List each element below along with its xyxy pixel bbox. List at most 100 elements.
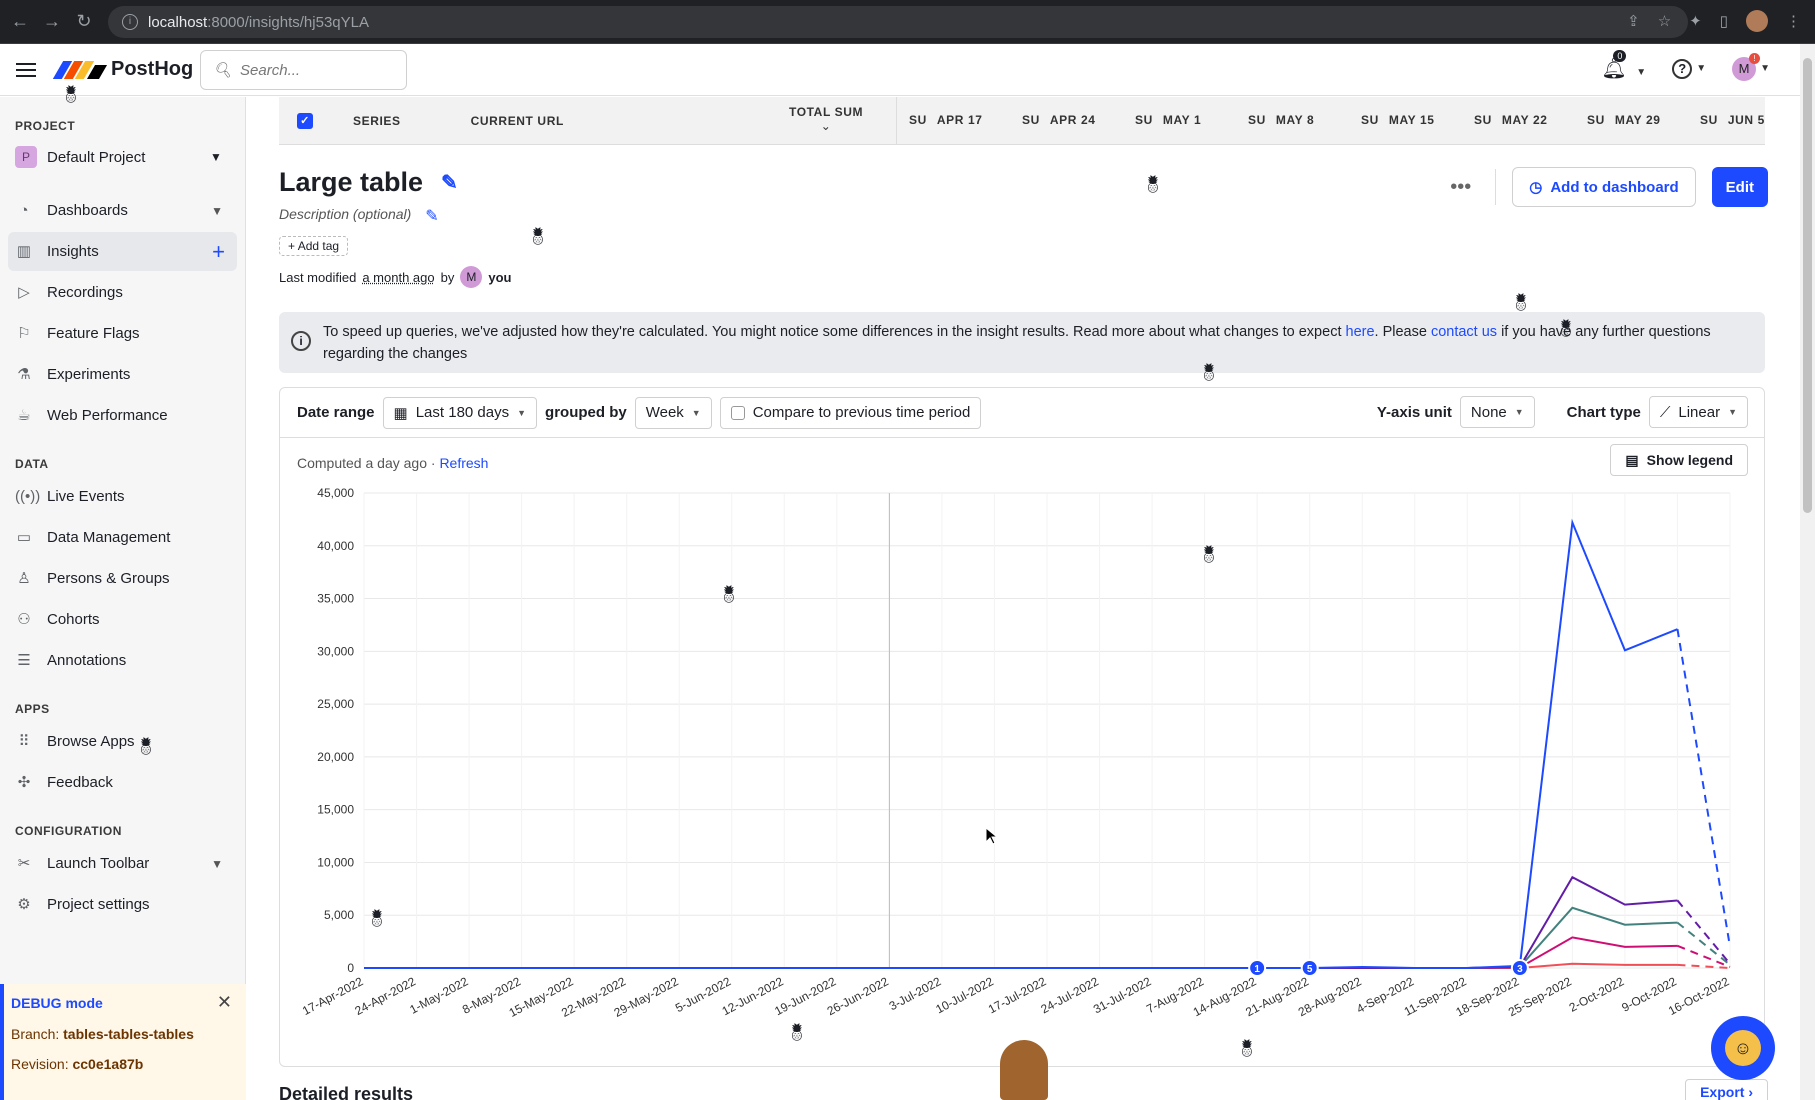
close-icon[interactable]: ✕: [217, 992, 232, 1013]
pineapple-icon: 🍍︎: [1236, 1039, 1258, 1058]
person-icon: ♙: [17, 569, 31, 587]
extensions-icon[interactable]: ✦: [1689, 12, 1702, 30]
puzzle-icon: ✣: [17, 773, 31, 791]
modified-user: you: [488, 269, 512, 285]
sidebar-item-label: Live Events: [47, 488, 125, 505]
forward-icon[interactable]: →: [40, 11, 64, 32]
posthog-logo[interactable]: PostHog: [52, 58, 193, 81]
sidebar-item-launch-toolbar[interactable]: ✂ Launch Toolbar ▼: [8, 844, 237, 883]
project-switcher[interactable]: P Default Project ▼: [8, 139, 237, 175]
chevron-down-icon[interactable]: ▼: [211, 204, 223, 218]
sidebar-item-insights[interactable]: ▥ Insights +: [8, 232, 237, 271]
sidepanel-icon[interactable]: ▯: [1720, 12, 1728, 30]
pineapple-icon: 🍍︎: [1198, 545, 1220, 564]
column-header-week[interactable]: SU APR 24: [1022, 113, 1135, 127]
week-day: SU: [1587, 113, 1605, 127]
star-icon[interactable]: ☆: [1658, 12, 1671, 30]
sidebar-item-feedback[interactable]: ✣ Feedback: [8, 763, 237, 802]
notice-here-link[interactable]: here: [1346, 324, 1375, 340]
insight-header: Large table ✎ Description (optional) ✎ + A…: [279, 167, 511, 288]
bar-chart-icon: ▥: [16, 242, 32, 260]
column-header-current-url[interactable]: CURRENT URL: [471, 114, 564, 128]
more-options-icon[interactable]: •••: [1450, 176, 1471, 199]
week-date: MAY 29: [1614, 113, 1661, 127]
search-icon: 🔍︎: [213, 62, 233, 79]
week-day: SU: [1022, 113, 1040, 127]
column-header-week[interactable]: SU MAY 22: [1474, 113, 1587, 127]
pineapple-icon: 🍍︎: [1510, 293, 1532, 312]
menu-toggle-icon[interactable]: [16, 62, 36, 77]
user-menu[interactable]: M! ▼: [1732, 52, 1770, 81]
page-scrollbar[interactable]: [1800, 44, 1815, 1100]
share-icon[interactable]: ⇪: [1627, 12, 1640, 30]
column-header-week[interactable]: SU MAY 8: [1248, 113, 1361, 127]
avatar: M!: [1732, 52, 1761, 81]
sidebar-item-browse-apps[interactable]: ⠿ Browse Apps: [8, 722, 237, 761]
sidebar-item-label: Web Performance: [47, 407, 168, 424]
address-bar[interactable]: i localhost:8000/insights/hj53qYLA: [108, 6, 1688, 38]
sidebar-item-experiments[interactable]: ⚗ Experiments: [8, 355, 237, 394]
sidebar-section-project: PROJECT: [15, 119, 76, 133]
help-button[interactable]: ? ▼: [1672, 58, 1706, 79]
column-header-week[interactable]: SU MAY 1: [1135, 113, 1248, 127]
select-all-checkbox[interactable]: ✓: [297, 112, 313, 129]
add-tag-label: Add tag: [297, 239, 340, 253]
chevron-down-icon[interactable]: ▼: [211, 857, 223, 871]
x-tick-label: 1-May-2022: [407, 974, 470, 1017]
add-insight-icon[interactable]: +: [212, 240, 225, 262]
sidebar-item-web-performance[interactable]: ☕︎ Web Performance: [8, 396, 237, 435]
browser-profile-avatar[interactable]: [1746, 10, 1768, 32]
edit-title-pencil-icon[interactable]: ✎: [441, 170, 458, 195]
series-line: [364, 906, 1678, 969]
sidebar-item-feature-flags[interactable]: ⚐ Feature Flags: [8, 314, 237, 353]
sidebar-item-cohorts[interactable]: ⚇ Cohorts: [8, 600, 237, 639]
search-input[interactable]: 🔍︎ Search...: [200, 50, 407, 90]
column-header-week[interactable]: SU APR 17: [909, 113, 1022, 127]
add-tag-button[interactable]: + Add tag: [279, 236, 349, 256]
series-line-incomplete: [1676, 629, 1731, 948]
help-hedgehog-button[interactable]: ☺: [1711, 1016, 1775, 1080]
reload-icon[interactable]: ↻: [72, 11, 96, 32]
add-to-dashboard-button[interactable]: ◷ Add to dashboard: [1512, 167, 1696, 207]
gauge-icon: ◷: [1529, 179, 1543, 196]
sidebar-item-project-settings[interactable]: ⚙ Project settings: [8, 885, 237, 924]
y-tick-label: 45,000: [317, 486, 354, 500]
column-header-week[interactable]: SU MAY 15: [1361, 113, 1474, 127]
sidebar-item-live-events[interactable]: ((•)) Live Events: [8, 477, 237, 516]
contact-us-link[interactable]: contact us: [1431, 324, 1497, 340]
column-header-series[interactable]: SERIES: [353, 114, 401, 128]
column-header-week[interactable]: SU MAY 29: [1587, 113, 1700, 127]
sidebar-item-label: Project settings: [47, 896, 150, 913]
sidebar-item-data-management[interactable]: ▭ Data Management: [8, 518, 237, 557]
browser-menu-icon[interactable]: ⋮: [1786, 12, 1801, 30]
export-button[interactable]: Export ›: [1685, 1079, 1768, 1100]
sidebar-item-label: Persons & Groups: [47, 570, 170, 587]
description-placeholder[interactable]: Description (optional): [279, 206, 411, 226]
sidebar-item-recordings[interactable]: ▷ Recordings: [8, 273, 237, 312]
notice-text: . Please: [1374, 324, 1431, 340]
modified-by: by: [440, 269, 455, 285]
site-info-icon[interactable]: i: [122, 14, 138, 30]
x-tick-label: 24-Jul-2022: [1038, 974, 1101, 1016]
dashboard-icon: ◔: [19, 201, 29, 219]
column-divider: [896, 97, 897, 145]
annotation-count: 1: [1254, 964, 1260, 975]
broadcast-icon: ((•)): [15, 487, 41, 505]
series-line-incomplete: [1676, 899, 1731, 965]
sidebar-item-persons-groups[interactable]: ♙ Persons & Groups: [8, 559, 237, 598]
edit-description-pencil-icon[interactable]: ✎: [425, 206, 438, 226]
column-header-week[interactable]: SU JUN 5: [1700, 113, 1800, 127]
scrollbar-thumb[interactable]: [1803, 58, 1812, 513]
week-date: APR 24: [1049, 113, 1096, 127]
page-title: Large table ✎: [279, 167, 511, 198]
notifications-button[interactable]: 🔔︎ 0 ▼: [1601, 50, 1646, 81]
y-tick-label: 20,000: [317, 750, 354, 764]
sidebar-item-annotations[interactable]: ☰ Annotations: [8, 641, 237, 680]
edit-button[interactable]: Edit: [1711, 167, 1768, 207]
sidebar-item-dashboards[interactable]: ◔ Dashboards ▼: [8, 191, 237, 230]
people-icon: ⚇: [17, 610, 31, 628]
column-header-total-sum[interactable]: TOTAL SUM ⌄: [789, 105, 863, 133]
line-chart[interactable]: 0 5,000 10,000 15,000 20,000 25,000 30,000 35,0…: [280, 388, 1766, 1068]
back-icon[interactable]: ←: [8, 11, 32, 32]
week-day: SU: [1474, 113, 1492, 127]
